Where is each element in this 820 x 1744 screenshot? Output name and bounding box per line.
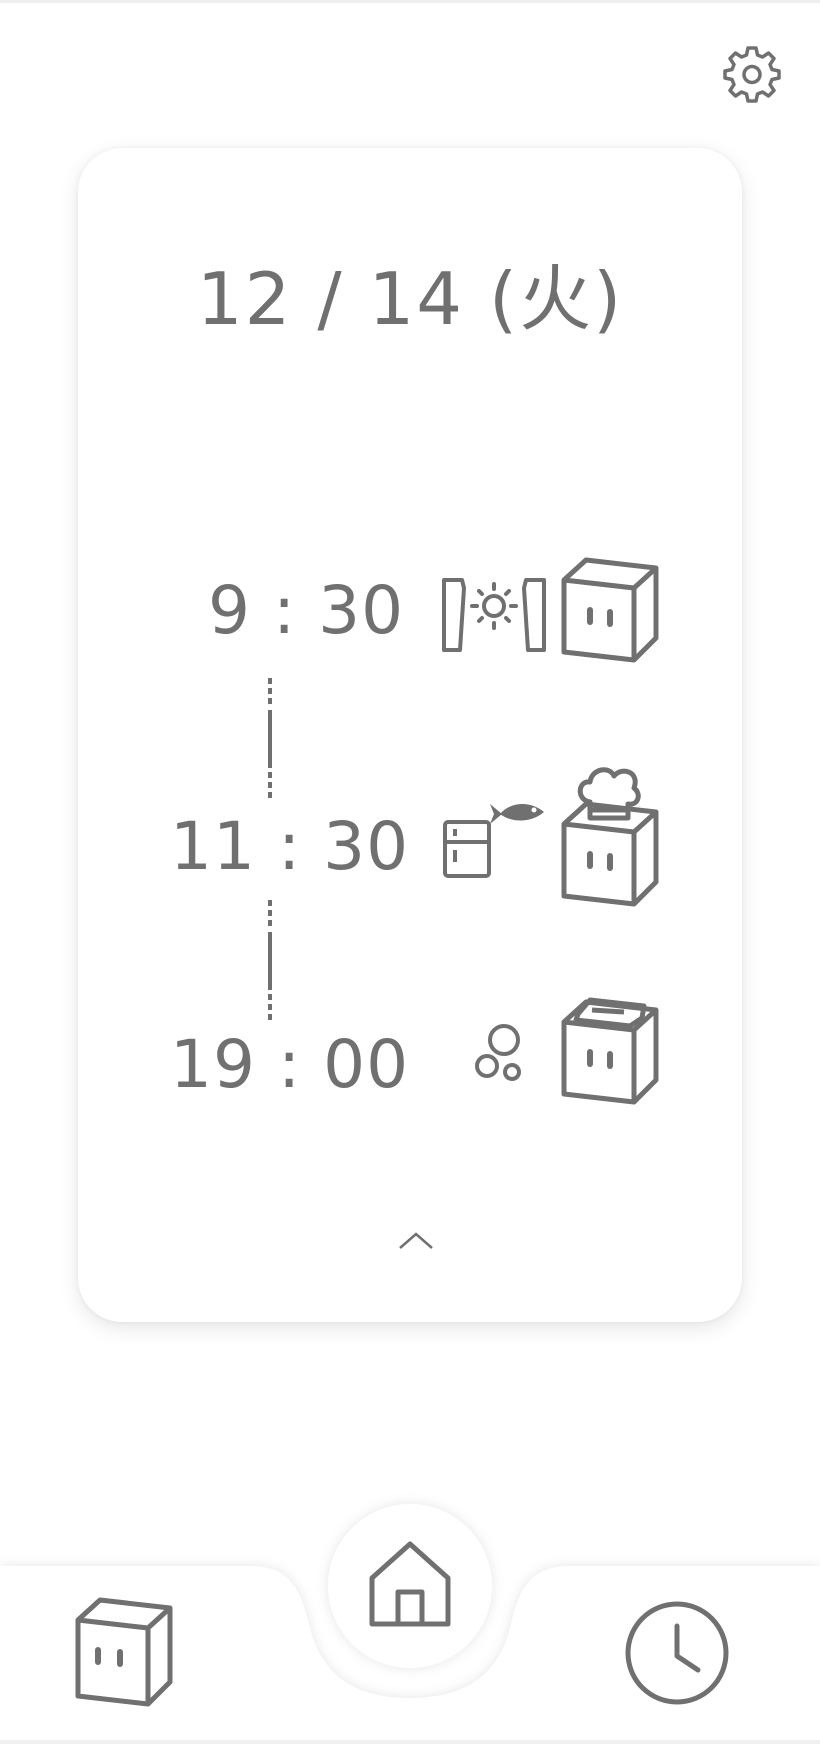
nav-cube-character-icon[interactable] bbox=[74, 1596, 174, 1713]
chevron-up-icon[interactable] bbox=[396, 1226, 436, 1256]
timeline-connector bbox=[267, 678, 273, 805]
schedule-time-2: 11 : 30 bbox=[170, 808, 410, 885]
cube-chef-hat-icon bbox=[560, 760, 660, 913]
schedule-time-1: 9 : 30 bbox=[208, 572, 405, 649]
top-divider bbox=[0, 0, 820, 3]
timeline-connector bbox=[267, 900, 273, 1027]
gear-icon[interactable] bbox=[722, 44, 782, 104]
date-label: 12 / 14 (火) bbox=[196, 257, 624, 341]
cube-character-icon bbox=[560, 556, 660, 669]
fridge-fish-icon bbox=[440, 796, 548, 885]
cube-lid-icon bbox=[560, 996, 660, 1111]
bubbles-icon bbox=[472, 1020, 532, 1091]
clock-icon[interactable] bbox=[624, 1600, 730, 1711]
bottom-divider bbox=[0, 1740, 820, 1744]
home-icon[interactable] bbox=[368, 1540, 452, 1635]
schedule-time-3: 19 : 00 bbox=[170, 1026, 410, 1103]
curtain-sun-icon bbox=[440, 572, 548, 659]
